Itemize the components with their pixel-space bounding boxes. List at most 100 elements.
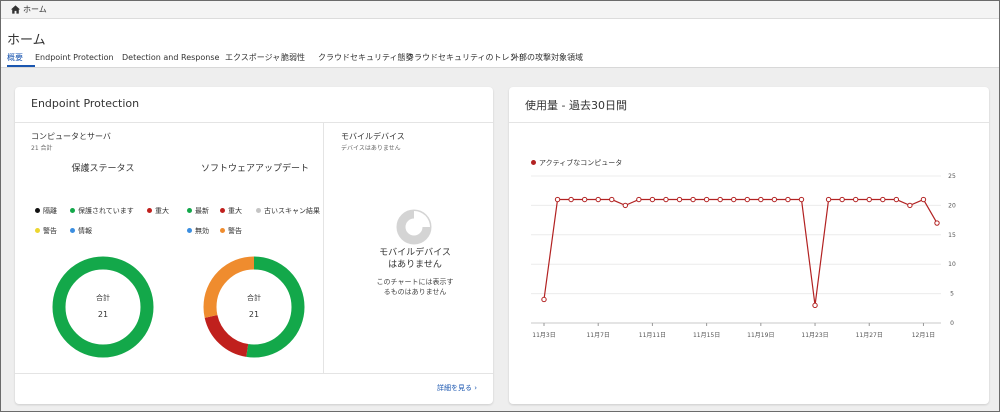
data-point[interactable] <box>663 196 669 203</box>
protection-status-donut[interactable] <box>51 255 155 359</box>
endpoint-card-title: Endpoint Protection <box>31 97 140 110</box>
legend-label: 重大 <box>228 207 242 215</box>
software-total-value: 21 <box>248 310 260 319</box>
tab-vulnerabilities[interactable]: 脆弱性 <box>281 53 318 67</box>
tab-overview[interactable]: 概要 <box>7 53 35 67</box>
data-point[interactable] <box>812 302 818 309</box>
x-tick-label: 11月23日 <box>801 332 828 339</box>
legend-dot <box>147 208 152 213</box>
mobile-empty-title-line: はありません <box>388 260 442 270</box>
software-update-title: ソフトウェアアップデート <box>200 164 309 174</box>
tab-detection-response[interactable]: Detection and Response <box>122 53 225 67</box>
usage-line-chart[interactable]: 0 5 10 15 20 25 11月3日 11月7日 11月11日 11月15日 11月19日 11… <box>509 87 989 387</box>
data-point[interactable] <box>920 196 927 203</box>
donut-segment[interactable] <box>52 256 154 358</box>
x-tick-label: 11月3日 <box>532 332 555 339</box>
software-update-donut[interactable] <box>202 255 306 359</box>
y-tick-label: 20 <box>948 202 956 209</box>
card-footer-divider <box>15 373 493 374</box>
data-point[interactable] <box>554 196 561 203</box>
data-point[interactable] <box>690 196 696 203</box>
tab-external-attack-surface[interactable]: 外部の攻撃対象領域 <box>511 53 591 67</box>
data-point[interactable] <box>581 196 588 203</box>
y-tick-label: 25 <box>948 173 956 180</box>
legend-item-isolated[interactable]: 隔離 <box>35 206 57 216</box>
data-point[interactable] <box>609 196 615 203</box>
y-tick-label: 10 <box>948 261 956 268</box>
series-line-active-computers <box>543 198 938 306</box>
x-tick-label: 12月1日 <box>912 332 935 339</box>
tab-cloud-posture[interactable]: クラウドセキュリティ態勢 <box>318 53 414 67</box>
legend-item-critical[interactable]: 重大 <box>147 206 169 216</box>
data-point[interactable] <box>649 196 656 203</box>
tab-endpoint-protection[interactable]: Endpoint Protection <box>35 53 122 67</box>
x-tick-label: 11月7日 <box>586 332 609 339</box>
legend-label: 無効 <box>195 227 209 235</box>
data-point[interactable] <box>880 196 886 203</box>
data-point[interactable] <box>758 196 764 203</box>
legend-item-info[interactable]: 情報 <box>70 226 92 236</box>
x-tick-label: 11月27日 <box>856 332 883 339</box>
legend-item-protected[interactable]: 保護されています <box>70 206 134 216</box>
mobile-section-title: モバイルデバイス <box>341 132 405 141</box>
legend-label: 警告 <box>228 227 242 235</box>
data-point[interactable] <box>703 196 710 203</box>
usage-card: 使用量 - 過去30日間 アクティブなコンピュータ 0 5 10 15 20 25 11月3… <box>509 87 989 404</box>
mobile-empty-title-line: モバイルデバイス <box>379 248 451 258</box>
data-point[interactable] <box>852 196 859 203</box>
data-point[interactable] <box>568 196 574 203</box>
y-tick-label: 5 <box>950 291 954 298</box>
protection-status-title: 保護ステータス <box>71 164 135 174</box>
data-point[interactable] <box>893 196 900 203</box>
data-point[interactable] <box>541 296 547 303</box>
legend-dot <box>35 208 40 213</box>
data-point[interactable] <box>636 196 642 203</box>
legend-dot <box>70 228 75 233</box>
data-point[interactable] <box>744 196 750 203</box>
home-icon[interactable] <box>10 4 21 15</box>
legend-item-warning[interactable]: 警告 <box>35 226 57 236</box>
data-point[interactable] <box>798 196 805 203</box>
mobile-empty-title: モバイルデバイス はありません <box>350 247 480 271</box>
view-details-link[interactable]: 詳細を見る › <box>437 383 477 393</box>
legend-label: 情報 <box>78 227 92 235</box>
y-tick-label: 15 <box>948 232 956 239</box>
legend-label: 最新 <box>195 207 209 215</box>
empty-chart-icon <box>396 209 432 245</box>
data-point[interactable] <box>771 196 778 203</box>
legend-dot <box>220 228 225 233</box>
data-point[interactable] <box>907 202 913 209</box>
data-point[interactable] <box>731 196 737 203</box>
legend-label: 隔離 <box>43 207 57 215</box>
data-point[interactable] <box>839 196 845 203</box>
data-point[interactable] <box>717 196 723 203</box>
data-point[interactable] <box>825 196 832 203</box>
computers-section-title: コンピュータとサーバ <box>31 132 111 141</box>
legend-dot <box>220 208 225 213</box>
legend-item-disabled[interactable]: 無効 <box>187 226 209 236</box>
breadcrumb-home[interactable]: ホーム <box>23 4 47 15</box>
legend-item-critical[interactable]: 重大 <box>220 206 242 216</box>
data-point[interactable] <box>622 202 629 209</box>
mobile-section-subtitle: デバイスはありません <box>341 145 401 152</box>
tab-bar: 概要 Endpoint Protection Detection and Res… <box>7 53 591 67</box>
legend-item-old-scan[interactable]: 古いスキャン結果 <box>256 206 320 216</box>
endpoint-protection-card: Endpoint Protection コンピュータとサーバ 21 合計 保護ス… <box>15 87 493 404</box>
data-point[interactable] <box>934 220 940 226</box>
legend-dot <box>187 228 192 233</box>
data-point[interactable] <box>676 196 683 203</box>
x-tick-label: 11月15日 <box>693 332 720 339</box>
x-tick-label: 11月11日 <box>639 332 666 339</box>
computers-section-count: 21 合計 <box>31 145 53 152</box>
tab-exposure[interactable]: エクスポージャ <box>225 53 281 67</box>
tab-cloud-trends[interactable]: クラウドセキュリティのトレンド <box>406 53 526 67</box>
data-point[interactable] <box>866 196 872 203</box>
data-point[interactable] <box>595 196 601 203</box>
legend-dot <box>187 208 192 213</box>
legend-item-warning[interactable]: 警告 <box>220 226 242 236</box>
protection-total-label: 合計 <box>96 294 110 302</box>
legend-item-up-to-date[interactable]: 最新 <box>187 206 209 216</box>
mobile-empty-message: このチャートには表示す るものはありません <box>350 277 480 297</box>
app-window: ホーム ホーム 概要 Endpoint Protection Detection… <box>0 0 1000 412</box>
data-point[interactable] <box>785 196 791 203</box>
